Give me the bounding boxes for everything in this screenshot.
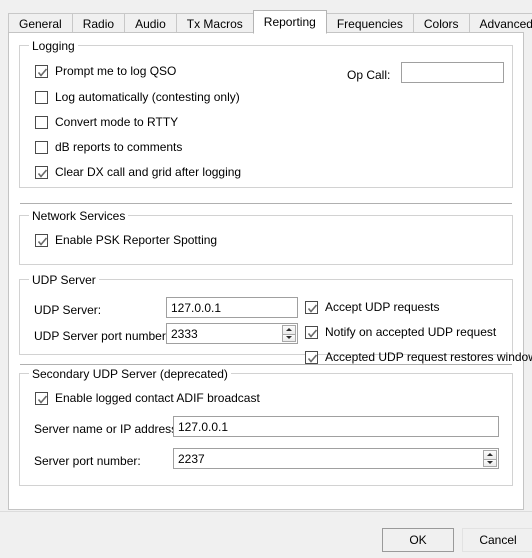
udp-server-group: UDP Server UDP Server: UDP Server port n… — [19, 273, 532, 364]
checkbox-db-reports-to-comments[interactable]: dB reports to comments — [35, 140, 182, 154]
checkbox-label: Accept UDP requests — [325, 300, 440, 314]
checkbox-label: Log automatically (contesting only) — [55, 90, 240, 104]
checkbox-enable-logged-contact-adif-broadcast[interactable]: Enable logged contact ADIF broadcast — [35, 391, 260, 405]
cancel-button[interactable]: Cancel — [462, 528, 532, 552]
checkbox-label: Prompt me to log QSO — [55, 64, 177, 78]
checkbox-indicator — [35, 90, 48, 104]
section-divider-2 — [20, 364, 512, 365]
tab-advanced[interactable]: Advanced — [468, 13, 532, 33]
secondary-udp-server-group-title: Secondary UDP Server (deprecated) — [29, 367, 231, 381]
udp-server-port-spinner[interactable] — [166, 323, 298, 344]
secondary-udp-server-group: Secondary UDP Server (deprecated) Enable… — [19, 367, 513, 486]
tab-reporting[interactable]: Reporting — [252, 10, 327, 34]
secondary-server-name-label: Server name or IP address: — [34, 422, 181, 436]
tab-frequencies[interactable]: Frequencies — [325, 13, 414, 33]
spinner-buttons[interactable] — [483, 450, 497, 467]
checkbox-indicator — [35, 391, 48, 405]
spinner-up-icon[interactable] — [483, 450, 497, 459]
spinner-down-icon[interactable] — [282, 333, 296, 342]
tab-strip: General Radio Audio Tx Macros Reporting … — [8, 9, 532, 34]
checkbox-indicator — [305, 300, 318, 314]
checkbox-indicator — [305, 325, 318, 339]
checkbox-indicator — [305, 350, 318, 364]
checkbox-label: dB reports to comments — [55, 140, 183, 154]
tab-audio[interactable]: Audio — [124, 13, 177, 33]
checkbox-label: Accepted UDP request restores window — [325, 350, 532, 364]
checkbox-label: Convert mode to RTTY — [55, 115, 179, 129]
checkbox-prompt-me-to-log-qso[interactable]: Prompt me to log QSO — [35, 64, 176, 78]
reporting-tab-panel: Logging Prompt me to log QSO Log automat… — [8, 32, 532, 510]
tab-colors[interactable]: Colors — [412, 13, 470, 33]
secondary-server-port-label: Server port number: — [34, 454, 141, 468]
op-call-input[interactable] — [401, 62, 504, 83]
checkbox-log-automatically[interactable]: Log automatically (contesting only) — [35, 90, 240, 104]
spinner-buttons[interactable] — [282, 325, 296, 342]
tab-bar: General Radio Audio Tx Macros Reporting … — [0, 0, 532, 34]
spinner-down-icon[interactable] — [483, 458, 497, 467]
ok-button[interactable]: OK — [382, 528, 454, 552]
checkbox-accepted-udp-request-restores-window[interactable]: Accepted UDP request restores window — [305, 350, 532, 364]
checkbox-indicator — [35, 165, 48, 179]
checkbox-label: Notify on accepted UDP request — [325, 325, 497, 339]
checkbox-enable-psk-reporter-spotting[interactable]: Enable PSK Reporter Spotting — [35, 233, 217, 247]
udp-server-group-title: UDP Server — [29, 273, 99, 287]
checkbox-label: Enable logged contact ADIF broadcast — [55, 391, 260, 405]
secondary-server-name-input[interactable] — [173, 416, 499, 437]
secondary-server-port-input[interactable] — [173, 448, 499, 469]
dialog-button-bar: OK Cancel — [0, 511, 532, 558]
checkbox-indicator — [35, 115, 48, 129]
checkbox-clear-dx-call-and-grid[interactable]: Clear DX call and grid after logging — [35, 165, 241, 179]
checkbox-label: Clear DX call and grid after logging — [55, 165, 242, 179]
network-services-group-title: Network Services — [29, 209, 129, 223]
op-call-label: Op Call: — [347, 68, 391, 82]
udp-server-label: UDP Server: — [34, 303, 102, 317]
checkbox-notify-on-accepted-udp-request[interactable]: Notify on accepted UDP request — [305, 325, 496, 339]
udp-server-input[interactable] — [166, 297, 298, 318]
logging-group: Logging Prompt me to log QSO Log automat… — [19, 39, 513, 188]
udp-server-port-input[interactable] — [166, 323, 298, 344]
logging-group-title: Logging — [29, 39, 78, 53]
tab-general[interactable]: General — [8, 13, 73, 33]
checkbox-accept-udp-requests[interactable]: Accept UDP requests — [305, 300, 440, 314]
checkbox-indicator — [35, 64, 48, 78]
checkbox-indicator — [35, 140, 48, 154]
udp-server-port-label: UDP Server port number: — [34, 329, 170, 343]
checkbox-convert-mode-to-rtty[interactable]: Convert mode to RTTY — [35, 115, 178, 129]
tab-radio[interactable]: Radio — [71, 13, 126, 33]
spinner-up-icon[interactable] — [282, 325, 296, 334]
section-divider-1 — [20, 203, 512, 204]
checkbox-indicator — [35, 233, 48, 247]
network-services-group: Network Services Enable PSK Reporter Spo… — [19, 209, 513, 265]
tab-tx-macros[interactable]: Tx Macros — [175, 13, 254, 33]
secondary-server-port-spinner[interactable] — [173, 448, 499, 469]
checkbox-label: Enable PSK Reporter Spotting — [55, 233, 218, 247]
